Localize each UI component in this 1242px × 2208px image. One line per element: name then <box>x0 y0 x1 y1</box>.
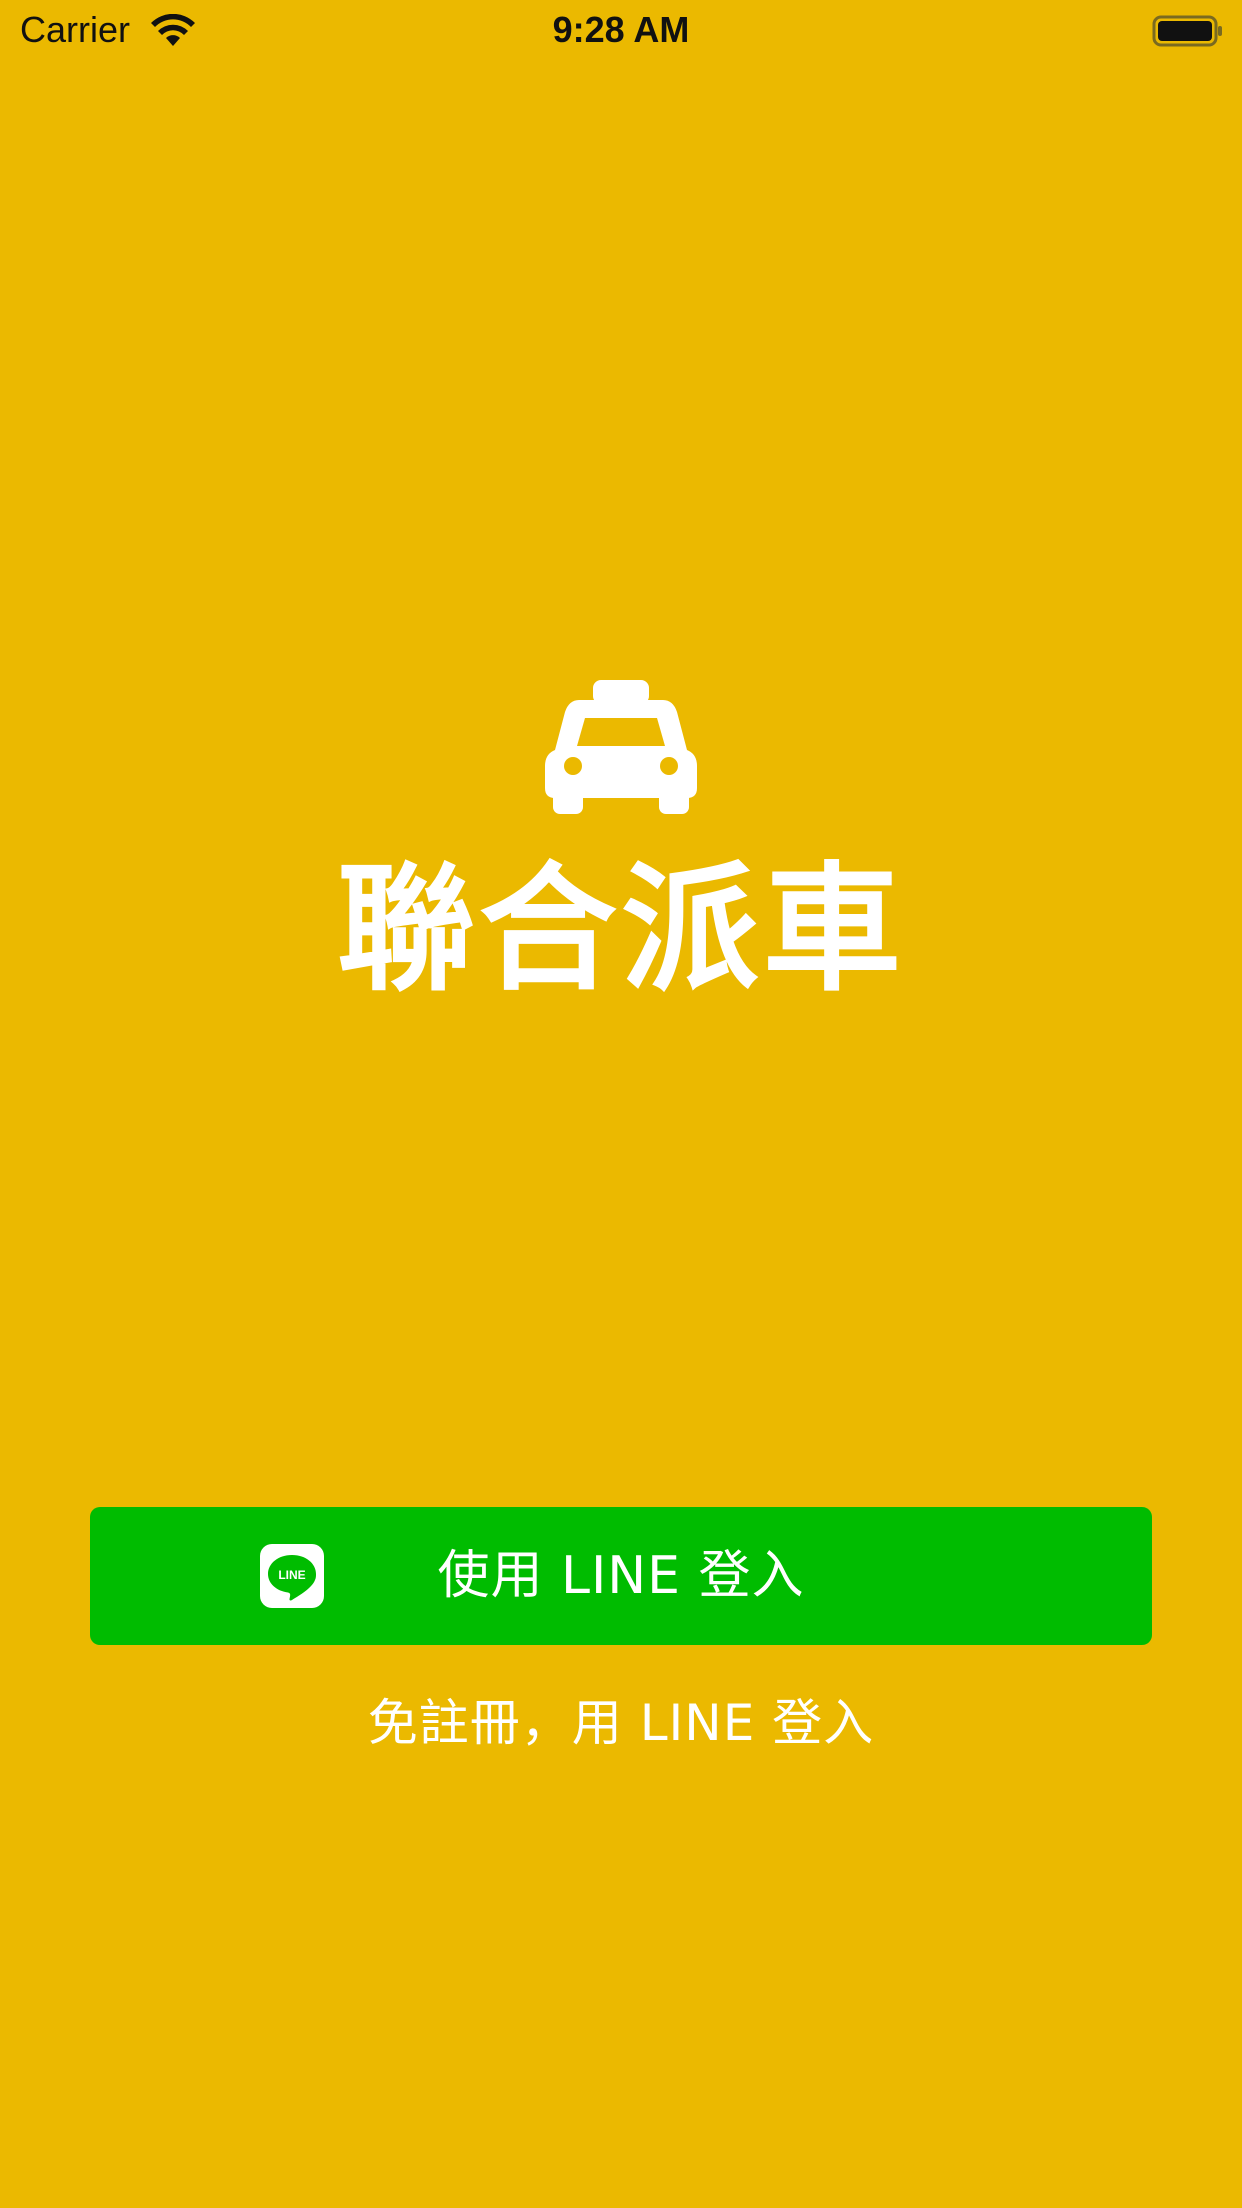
app-title: 聯合派車 <box>336 849 905 1010</box>
line-login-button[interactable]: LINE 使用 LINE 登入 <box>90 1507 1152 1645</box>
login-subtitle: 免註冊，用 LINE 登入 <box>367 1694 875 1752</box>
status-time: 9:28 AM <box>552 9 690 50</box>
battery-full-icon <box>1152 15 1222 47</box>
line-login-label: 使用 LINE 登入 <box>437 1546 805 1606</box>
taxi-icon <box>545 680 697 814</box>
status-bar: Carrier 9:28 AM <box>0 0 1242 60</box>
